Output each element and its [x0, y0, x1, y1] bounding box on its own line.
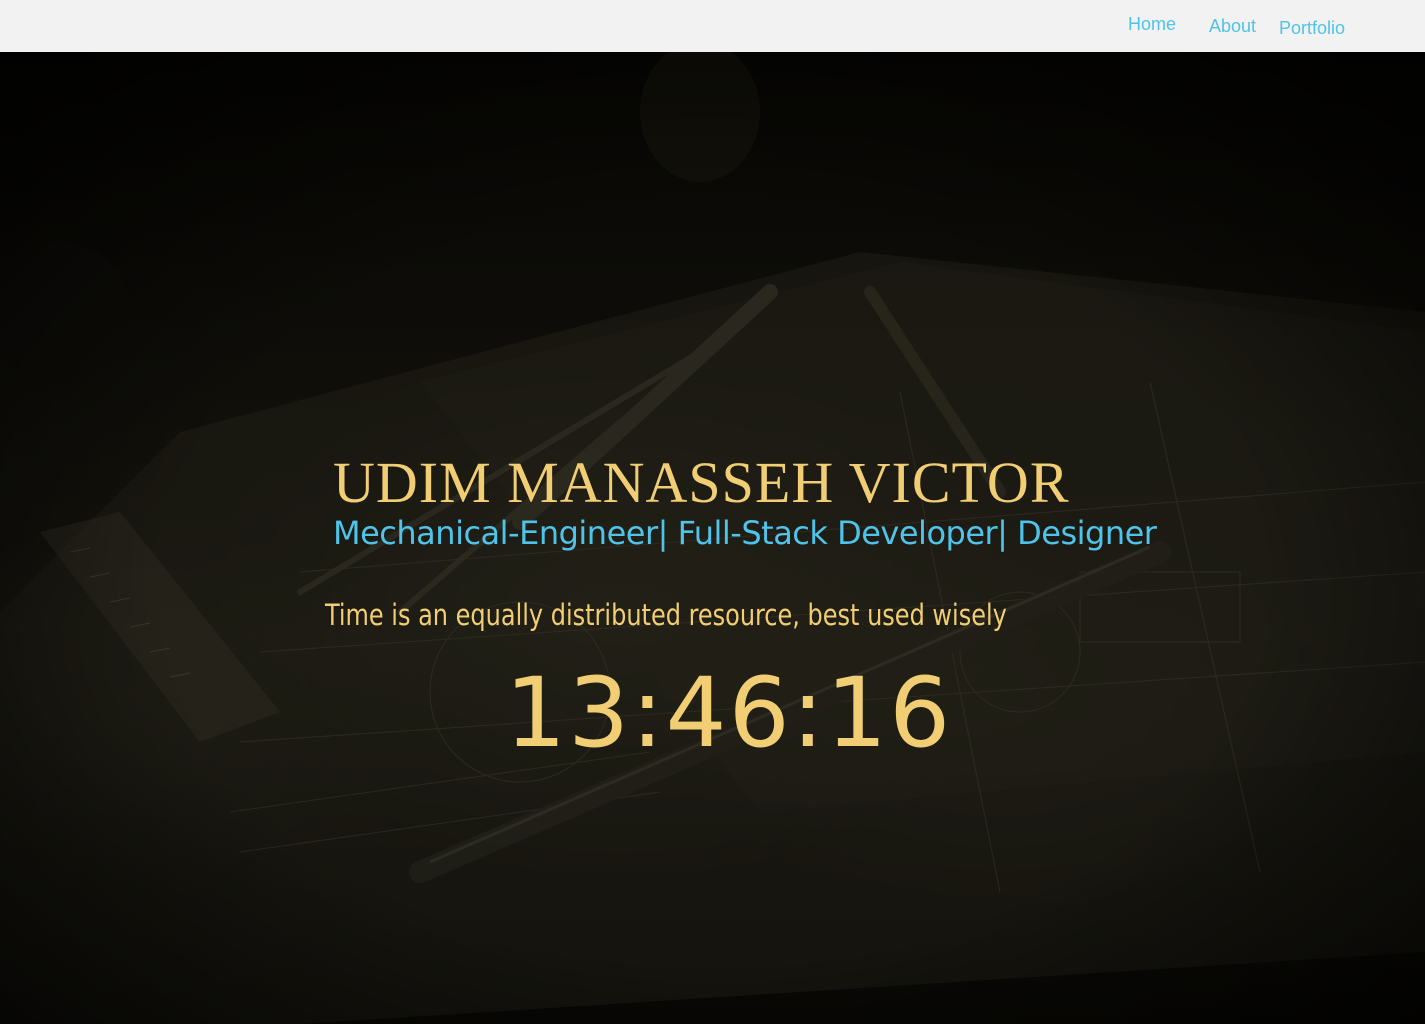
hero-name-heading: UDIM MANASSEH VICTOR [333, 450, 1070, 515]
nav-link-home[interactable]: Home [1128, 14, 1176, 35]
nav-link-about[interactable]: About [1209, 16, 1256, 37]
nav-link-portfolio[interactable]: Portfolio [1279, 18, 1345, 39]
hero-roles-subtitle: Mechanical-Engineer| Full-Stack Develope… [333, 514, 1157, 552]
hero-quote: Time is an equally distributed resource,… [325, 598, 1007, 632]
hero-section: UDIM MANASSEH VICTOR Mechanical-Engineer… [0, 52, 1425, 1024]
navbar: Home About Portfolio [0, 0, 1425, 52]
digital-clock: 13:46:16 [505, 657, 953, 769]
